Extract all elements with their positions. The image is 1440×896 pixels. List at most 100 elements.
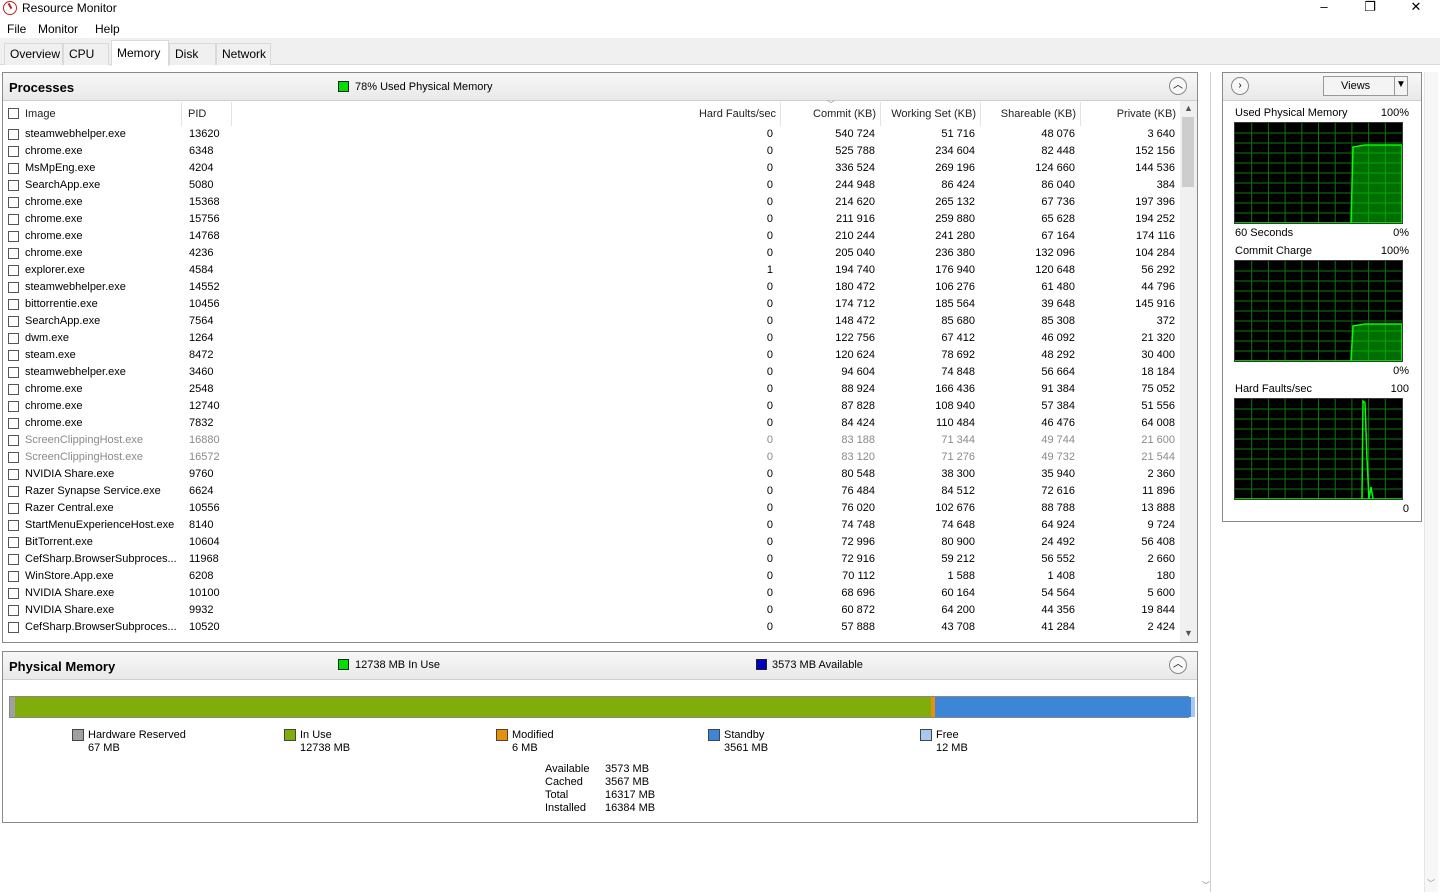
process-checkbox[interactable] [8, 197, 19, 208]
process-checkbox[interactable] [8, 129, 19, 140]
process-checkbox[interactable] [8, 520, 19, 531]
tab-memory[interactable]: Memory [111, 40, 169, 66]
process-checkbox[interactable] [8, 231, 19, 242]
tab-cpu[interactable]: CPU [63, 43, 109, 65]
column-image[interactable]: Image [3, 102, 182, 126]
process-checkbox[interactable] [8, 401, 19, 412]
process-checkbox[interactable] [8, 588, 19, 599]
process-row[interactable]: Razer Synapse Service.exe 6624 0 76 484 84 5… [3, 483, 1181, 500]
scroll-down-arrow-icon[interactable]: ▼ [1184, 628, 1193, 638]
stat-label: Available [545, 763, 590, 775]
process-row[interactable]: ScreenClippingHost.exe 16880 0 83 188 71 344… [3, 432, 1181, 449]
column-hard-faults[interactable]: Hard Faults/sec [232, 102, 781, 126]
process-row[interactable]: chrome.exe 14768 0 210 244 241 280 67 164 174 … [3, 228, 1181, 245]
process-shareable: 1 408 [1047, 570, 1075, 582]
process-checkbox[interactable] [8, 163, 19, 174]
process-checkbox[interactable] [8, 435, 19, 446]
process-row[interactable]: chrome.exe 6348 0 525 788 234 604 82 448 152 1… [3, 143, 1181, 160]
process-checkbox[interactable] [8, 333, 19, 344]
menu-monitor[interactable]: Monitor [38, 22, 78, 36]
process-checkbox[interactable] [8, 537, 19, 548]
process-shareable: 64 924 [1041, 519, 1075, 531]
process-row[interactable]: chrome.exe 4236 0 205 040 236 380 132 096 104 … [3, 245, 1181, 262]
process-row[interactable]: steamwebhelper.exe 3460 0 94 604 74 848 56 66… [3, 364, 1181, 381]
process-row[interactable]: steamwebhelper.exe 13620 0 540 724 51 716 48 … [3, 126, 1181, 143]
views-dropdown[interactable]: Views ▼ [1323, 76, 1408, 96]
process-checkbox[interactable] [8, 486, 19, 497]
tab-disk[interactable]: Disk [169, 43, 216, 65]
tab-network[interactable]: Network [216, 43, 271, 65]
minimize-button[interactable]: – [1301, 0, 1347, 16]
process-checkbox[interactable] [8, 605, 19, 616]
process-row[interactable]: CefSharp.BrowserSubproces... 11968 0 72 916… [3, 551, 1181, 568]
column-commit[interactable]: Commit (KB) ﹀ [781, 100, 881, 126]
collapse-processes-button[interactable]: ︿ [1169, 77, 1187, 95]
collapse-graphs-button[interactable]: › [1231, 77, 1249, 95]
process-row[interactable]: NVIDIA Share.exe 10100 0 68 696 60 164 54 564… [3, 585, 1181, 602]
process-row[interactable]: Razer Central.exe 10556 0 76 020 102 676 88 7… [3, 500, 1181, 517]
process-checkbox[interactable] [8, 571, 19, 582]
process-checkbox[interactable] [8, 384, 19, 395]
process-checkbox[interactable] [8, 503, 19, 514]
process-row[interactable]: NVIDIA Share.exe 9932 0 60 872 64 200 44 356 1… [3, 602, 1181, 619]
panel-splitter[interactable]: ﹀ [1202, 72, 1216, 892]
process-image: SearchApp.exe [25, 315, 101, 327]
column-shareable[interactable]: Shareable (KB) [981, 102, 1081, 126]
process-checkbox[interactable] [8, 622, 19, 633]
process-row[interactable]: explorer.exe 4584 1 194 740 176 940 120 648 56… [3, 262, 1181, 279]
process-checkbox[interactable] [8, 469, 19, 480]
process-checkbox[interactable] [8, 299, 19, 310]
process-row[interactable]: NVIDIA Share.exe 9760 0 80 548 38 300 35 940 2… [3, 466, 1181, 483]
process-row[interactable]: SearchApp.exe 5080 0 244 948 86 424 86 040 384 [3, 177, 1181, 194]
process-row[interactable]: chrome.exe 2548 0 88 924 166 436 91 384 75 052 [3, 381, 1181, 398]
process-checkbox[interactable] [8, 367, 19, 378]
tab-overview[interactable]: Overview [4, 43, 63, 65]
process-checkbox[interactable] [8, 248, 19, 259]
graphs-scroll-down-icon[interactable]: ﹀ [1427, 878, 1435, 889]
process-row[interactable]: chrome.exe 12740 0 87 828 108 940 57 384 51 55… [3, 398, 1181, 415]
process-checkbox[interactable] [8, 180, 19, 191]
process-row[interactable]: SearchApp.exe 7564 0 148 472 85 680 85 308 372 [3, 313, 1181, 330]
graphs-scrollbar[interactable]: ﹀ [1424, 72, 1438, 892]
process-checkbox[interactable] [8, 146, 19, 157]
process-row[interactable]: StartMenuExperienceHost.exe 8140 0 74 748 74… [3, 517, 1181, 534]
process-row[interactable]: ScreenClippingHost.exe 16572 0 83 120 71 276… [3, 449, 1181, 466]
process-checkbox[interactable] [8, 350, 19, 361]
process-row[interactable]: MsMpEng.exe 4204 0 336 524 269 196 124 660 144… [3, 160, 1181, 177]
process-checkbox[interactable] [8, 554, 19, 565]
process-row[interactable]: CefSharp.BrowserSubproces... 10520 0 57 888… [3, 619, 1181, 636]
column-private[interactable]: Private (KB) [1081, 102, 1181, 126]
process-checkbox[interactable] [8, 282, 19, 293]
process-checkbox[interactable] [8, 418, 19, 429]
process-checkbox[interactable] [8, 316, 19, 327]
process-row[interactable]: WinStore.App.exe 6208 0 70 112 1 588 1 408 180 [3, 568, 1181, 585]
process-row[interactable]: steamwebhelper.exe 14552 0 180 472 106 276 61… [3, 279, 1181, 296]
scroll-up-arrow-icon[interactable]: ▲ [1184, 103, 1193, 113]
memory-usage-bar [9, 696, 1195, 718]
column-working-set[interactable]: Working Set (KB) [881, 102, 981, 126]
collapse-physical-memory-button[interactable]: ︿ [1169, 656, 1187, 674]
menu-help[interactable]: Help [95, 22, 120, 36]
process-row[interactable]: dwm.exe 1264 0 122 756 67 412 46 092 21 320 [3, 330, 1181, 347]
process-checkbox[interactable] [8, 265, 19, 276]
process-row[interactable]: BitTorrent.exe 10604 0 72 996 80 900 24 492 56… [3, 534, 1181, 551]
process-row[interactable]: chrome.exe 15368 0 214 620 265 132 67 736 197 … [3, 194, 1181, 211]
close-button[interactable]: ✕ [1393, 0, 1439, 16]
process-row[interactable]: chrome.exe 7832 0 84 424 110 484 46 476 64 008 [3, 415, 1181, 432]
legend-label: Hardware Reserved [88, 729, 186, 741]
processes-header[interactable]: Processes 78% Used Physical Memory ︿ [3, 73, 1197, 101]
maximize-button[interactable]: ❐ [1347, 0, 1393, 16]
scrollbar-thumb[interactable] [1182, 117, 1194, 187]
physical-memory-header[interactable]: Physical Memory 12738 MB In Use 3573 MB … [3, 652, 1197, 680]
process-commit: 68 696 [841, 587, 875, 599]
process-row[interactable]: bittorrentie.exe 10456 0 174 712 185 564 39 6… [3, 296, 1181, 313]
process-row[interactable]: chrome.exe 15756 0 211 916 259 880 65 628 194 … [3, 211, 1181, 228]
menu-file[interactable]: File [7, 22, 26, 36]
process-hard-faults: 0 [766, 604, 773, 616]
process-checkbox[interactable] [8, 214, 19, 225]
process-row[interactable]: steam.exe 8472 0 120 624 78 692 48 292 30 400 [3, 347, 1181, 364]
process-list-scrollbar[interactable]: ▲ ▼ [1180, 101, 1197, 642]
column-pid[interactable]: PID [182, 102, 232, 126]
process-checkbox[interactable] [8, 452, 19, 463]
select-all-checkbox[interactable] [8, 108, 19, 119]
